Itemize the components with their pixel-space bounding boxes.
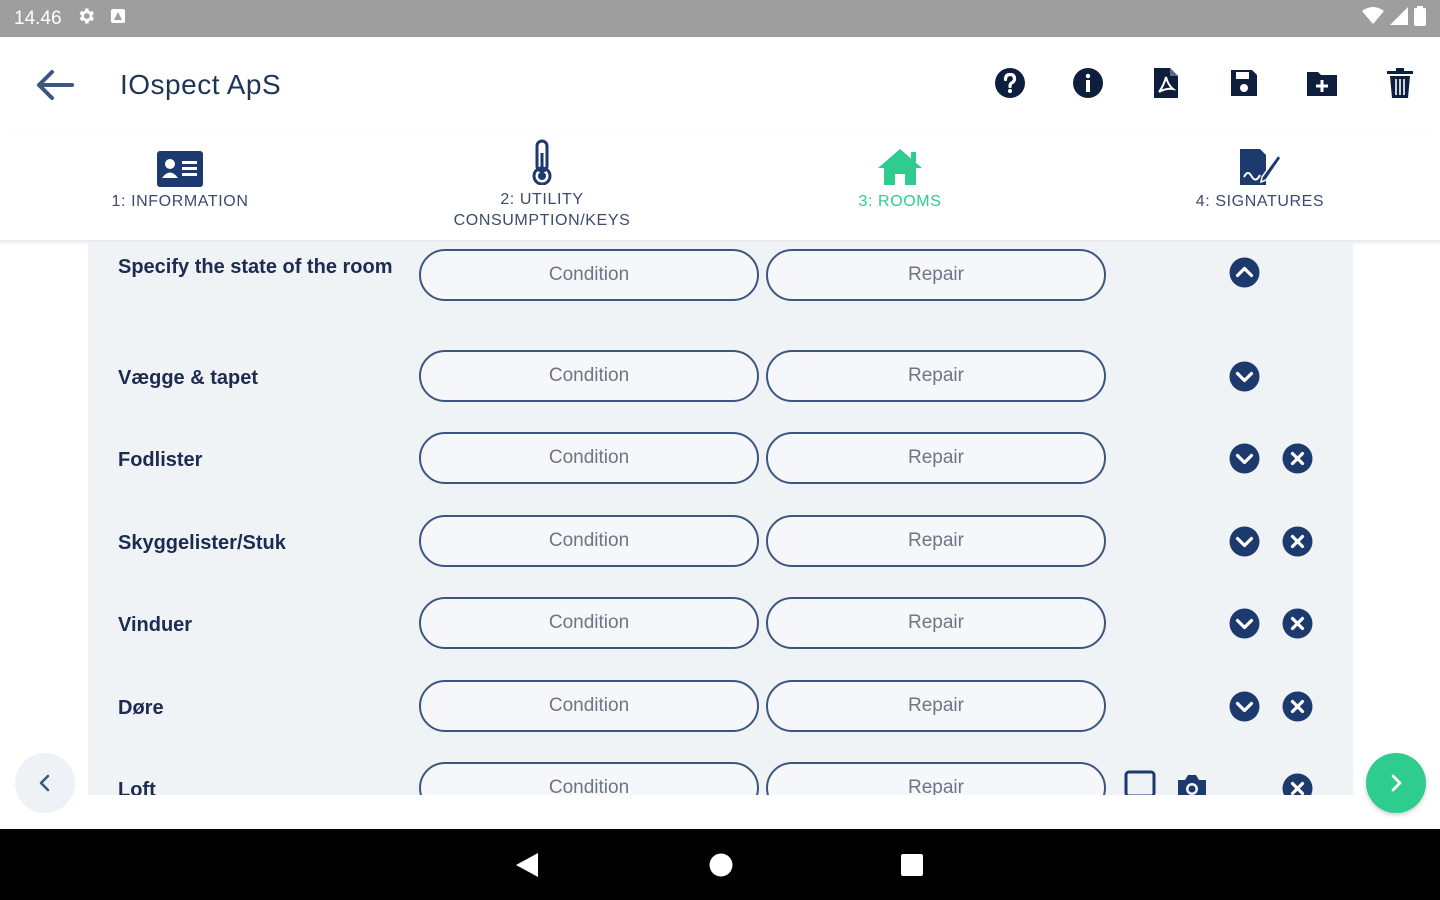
tab-information[interactable]: 1: INFORMATION	[50, 139, 310, 212]
condition-button[interactable]: Condition	[419, 350, 759, 402]
step-tabs: 1: INFORMATION 2: UTILITY CONSUMPTION/KE…	[0, 133, 1440, 241]
tab-rooms[interactable]: 3: ROOMS	[770, 139, 1030, 212]
pdf-button[interactable]	[1148, 65, 1184, 101]
room-state-list: Specify the state of the room Condition …	[88, 242, 1353, 795]
notification-icon	[110, 8, 126, 30]
condition-button[interactable]: Condition	[419, 249, 759, 301]
repair-button[interactable]: Repair	[766, 597, 1106, 649]
list-item: Vægge & tapet Condition Repair	[88, 350, 1353, 422]
delete-button[interactable]	[1382, 65, 1418, 101]
camera-icon[interactable]	[1176, 772, 1208, 795]
toolbar-actions	[992, 65, 1418, 101]
signature-icon	[1240, 149, 1282, 185]
add-folder-icon	[1307, 72, 1337, 96]
tab-utility-consumption[interactable]: 2: UTILITY CONSUMPTION/KEYS	[412, 135, 672, 231]
pdf-icon	[1154, 68, 1178, 98]
gear-icon	[76, 6, 96, 32]
item-label: Fodlister	[118, 449, 203, 471]
remove-item-icon[interactable]	[1282, 526, 1313, 557]
bottom-strip	[0, 795, 1440, 829]
repair-button[interactable]: Repair	[766, 680, 1106, 732]
remove-item-icon[interactable]	[1282, 608, 1313, 639]
tab-rooms-label: 3: ROOMS	[858, 193, 942, 210]
arrow-left-icon	[37, 70, 74, 100]
list-item: Fodlister Condition Repair	[88, 432, 1353, 504]
repair-button[interactable]: Repair	[766, 350, 1106, 402]
status-time: 14.46	[14, 7, 62, 29]
chevron-down-icon[interactable]	[1229, 526, 1260, 557]
add-folder-button[interactable]	[1304, 65, 1340, 101]
item-label: Vinduer	[118, 614, 193, 636]
chevron-down-icon[interactable]	[1229, 443, 1260, 474]
chevron-down-icon[interactable]	[1229, 691, 1260, 722]
repair-button[interactable]: Repair	[766, 515, 1106, 567]
list-item: Vinduer Condition Repair	[88, 597, 1353, 669]
list-item: Døre Condition Repair	[88, 680, 1353, 752]
repair-button[interactable]: Repair	[766, 432, 1106, 484]
help-button[interactable]	[992, 65, 1028, 101]
condition-button[interactable]: Condition	[419, 432, 759, 484]
remove-item-icon[interactable]	[1282, 773, 1313, 795]
condition-button[interactable]: Condition	[419, 680, 759, 732]
back-button[interactable]	[30, 65, 78, 105]
item-label: Loft	[118, 779, 156, 795]
room-state-heading: Specify the state of the room	[118, 256, 393, 278]
repair-button[interactable]: Repair	[766, 762, 1106, 795]
previous-step-button[interactable]	[15, 753, 75, 813]
item-label: Vægge & tapet	[118, 367, 259, 389]
chevron-right-icon	[1391, 774, 1402, 792]
save-icon	[1231, 70, 1257, 96]
info-button[interactable]	[1070, 65, 1106, 101]
remove-item-icon[interactable]	[1282, 691, 1313, 722]
system-nav-bar	[0, 829, 1440, 900]
help-icon	[995, 68, 1025, 98]
nav-home-icon[interactable]	[708, 851, 734, 879]
chevron-down-icon[interactable]	[1229, 608, 1260, 639]
nav-back-icon[interactable]	[514, 851, 540, 879]
id-card-icon	[157, 151, 203, 187]
chevron-down-icon[interactable]	[1229, 361, 1260, 392]
app-title: IOspect ApS	[120, 69, 282, 100]
save-button[interactable]	[1226, 65, 1262, 101]
tab-utility-label-line1: 2: UTILITY	[500, 191, 584, 208]
chevron-up-icon[interactable]	[1229, 257, 1260, 288]
tab-information-label: 1: INFORMATION	[111, 193, 249, 210]
repair-button[interactable]: Repair	[766, 249, 1106, 301]
thermometer-icon	[532, 139, 552, 185]
remove-item-icon[interactable]	[1282, 443, 1313, 474]
condition-button[interactable]: Condition	[419, 762, 759, 795]
tab-signatures[interactable]: 4: SIGNATURES	[1130, 139, 1390, 212]
list-item: Loft Condition Repair	[88, 762, 1353, 795]
status-bar: 14.46	[0, 0, 1440, 37]
tab-signatures-label: 4: SIGNATURES	[1195, 193, 1325, 210]
tab-utility-label-line2: CONSUMPTION/KEYS	[453, 212, 631, 229]
wifi-icon	[1362, 6, 1384, 31]
cell-signal-icon	[1390, 6, 1408, 31]
nav-recents-icon[interactable]	[899, 851, 925, 879]
info-icon	[1073, 68, 1103, 98]
next-step-button[interactable]	[1366, 753, 1426, 813]
condition-button[interactable]: Condition	[419, 597, 759, 649]
item-label: Skyggelister/Stuk	[118, 532, 286, 554]
house-icon	[878, 149, 922, 185]
list-item: Specify the state of the room Condition …	[88, 249, 1353, 313]
trash-icon	[1387, 68, 1413, 98]
item-label: Døre	[118, 697, 164, 719]
checkbox-icon[interactable]	[1124, 770, 1156, 795]
battery-icon	[1414, 5, 1426, 32]
condition-button[interactable]: Condition	[419, 515, 759, 567]
list-item: Skyggelister/Stuk Condition Repair	[88, 515, 1353, 587]
chevron-left-icon	[39, 774, 50, 792]
app-bar: IOspect ApS	[0, 37, 1440, 133]
